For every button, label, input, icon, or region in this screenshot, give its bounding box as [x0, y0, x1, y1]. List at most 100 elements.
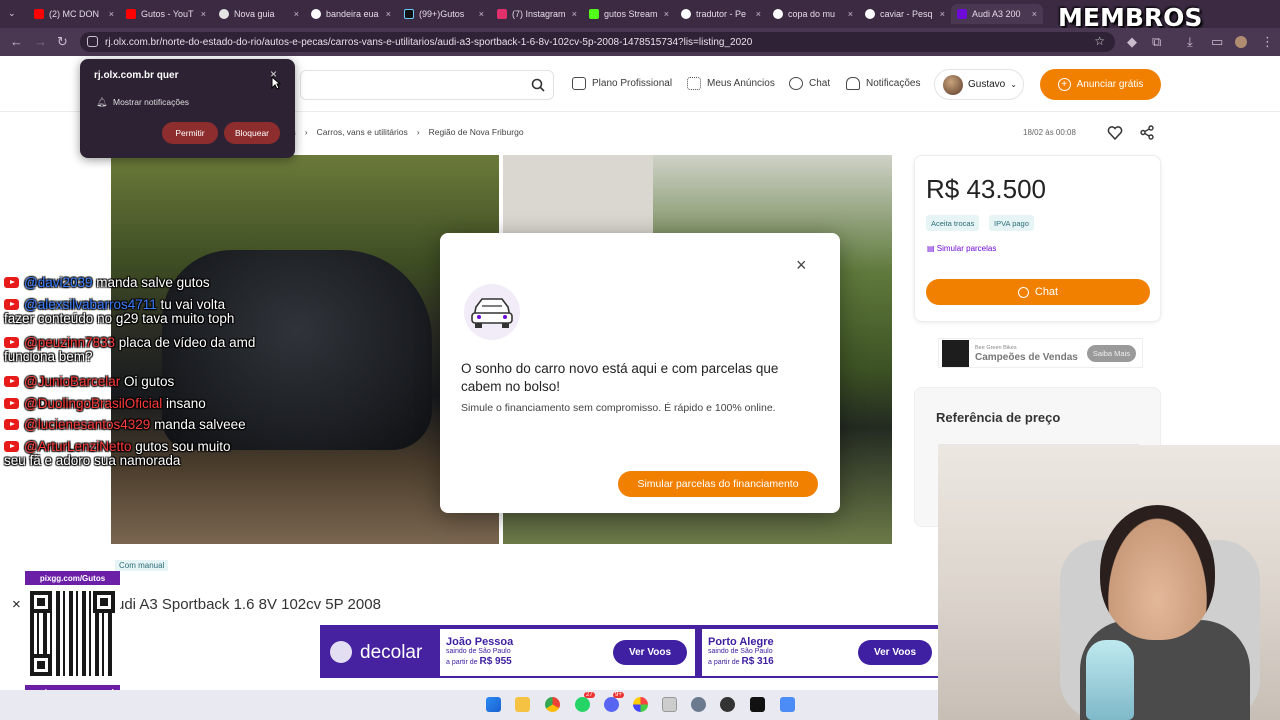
simulate-link[interactable]: ▤ Simular parcelas	[927, 244, 996, 253]
qr-widget: pixgg.com/Gutos envie sua mensagem!	[25, 571, 120, 699]
chat-button[interactable]: Chat	[926, 279, 1150, 305]
close-icon[interactable]: ×	[572, 9, 577, 19]
youtube-icon	[4, 376, 19, 387]
close-icon[interactable]: ×	[848, 9, 853, 19]
qr-finder	[30, 654, 52, 676]
breadcrumb: gos› Carros, vans e utilitários› Região …	[282, 127, 524, 137]
back-icon[interactable]: ←	[10, 34, 23, 49]
chat-message: @JunioBarcelar Oi gutos	[4, 375, 174, 389]
file-explorer-icon[interactable]	[515, 697, 530, 712]
chat-bubble-icon	[789, 77, 803, 90]
financing-modal: × O sonho do carro novo está aqui e com …	[440, 233, 840, 513]
anunciar-gratis-button[interactable]: + Anunciar grátis	[1040, 69, 1161, 100]
close-icon[interactable]: ×	[12, 596, 21, 613]
user-menu[interactable]: Gustavo ⌄	[934, 69, 1024, 100]
youtube-icon	[4, 441, 19, 452]
app-icon[interactable]	[633, 697, 648, 712]
close-icon[interactable]: ×	[664, 9, 669, 19]
browser-tab[interactable]: Gutos - YouT ×	[120, 4, 212, 24]
saiba-mais-button[interactable]: Saiba Mais	[1086, 344, 1136, 362]
bell-icon	[846, 77, 860, 90]
chat-message: @davi2039 manda salve gutos	[4, 276, 210, 290]
close-icon[interactable]: ×	[940, 9, 945, 19]
close-icon[interactable]: ×	[109, 9, 114, 19]
bookmark-star-icon[interactable]: ☆	[1094, 34, 1105, 48]
site-info-icon[interactable]	[87, 36, 98, 47]
share-icon[interactable]: ▭	[1211, 34, 1223, 50]
profile-icon[interactable]	[1235, 36, 1247, 48]
nav-plano-profissional[interactable]: Plano Profissional	[572, 77, 672, 90]
youtube-icon	[4, 337, 19, 348]
nav-notificacoes[interactable]: Notificações	[846, 77, 920, 90]
extension-icon[interactable]: ◆	[1127, 34, 1137, 50]
flight-offer[interactable]: Porto Alegre saindo de São Paulo a parti…	[702, 629, 940, 676]
flight-offer[interactable]: João Pessoa saindo de São Paulo a partir…	[440, 629, 695, 676]
decolar-brand: decolar	[360, 642, 423, 663]
avatar	[943, 74, 963, 95]
browser-tab[interactable]: tradutor - Pe ×	[675, 4, 767, 24]
download-icon[interactable]: ⤓	[1187, 34, 1193, 50]
sponsored-ad[interactable]: Bee Green Bikes Campeões de Vendas Saiba…	[938, 338, 1143, 368]
menu-icon[interactable]: ⋮	[1261, 34, 1274, 50]
forward-icon[interactable]: →	[34, 34, 47, 49]
ver-voos-button[interactable]: Ver Voos	[613, 640, 687, 665]
briefcase-icon	[572, 77, 586, 90]
ver-voos-button[interactable]: Ver Voos	[858, 640, 932, 665]
browser-tab[interactable]: Nova guia ×	[213, 4, 305, 24]
close-icon[interactable]: ×	[1032, 9, 1037, 19]
browser-tab[interactable]: bandeira eua ×	[305, 4, 397, 24]
obs-icon[interactable]	[662, 697, 677, 712]
reload-icon[interactable]: ↻	[57, 34, 68, 50]
decolar-logo-icon	[330, 641, 352, 663]
chat-message: @ArturLenziNetto gutos sou muito seu fã e…	[4, 439, 231, 468]
close-icon[interactable]: ×	[796, 255, 807, 276]
simulate-financing-button[interactable]: Simular parcelas do financiamento	[618, 471, 818, 497]
puzzle-icon[interactable]: ⧉	[1152, 34, 1161, 50]
media-player-icon[interactable]	[720, 697, 735, 712]
close-icon[interactable]: ×	[756, 9, 761, 19]
breadcrumb-item[interactable]: Carros, vans e utilitários	[317, 127, 408, 137]
browser-tab-active[interactable]: Audi A3 200 ×	[951, 4, 1043, 24]
discord-icon[interactable]	[604, 697, 619, 712]
breadcrumb-item[interactable]: Região de Nova Friburgo	[429, 127, 524, 137]
listing-title: udi A3 Sportback 1.6 8V 102cv 5P 2008	[116, 596, 381, 613]
whatsapp-icon[interactable]	[575, 697, 590, 712]
close-icon[interactable]: ×	[201, 9, 206, 19]
url-bar[interactable]: rj.olx.com.br/norte-do-estado-do-rio/aut…	[80, 32, 1115, 52]
browser-tab[interactable]: gutos Stream ×	[583, 4, 675, 24]
price-card: R$ 43.500 Aceita trocas IPVA pago ▤ Simu…	[914, 155, 1161, 322]
tag-aceita-trocas: Aceita trocas	[926, 215, 980, 231]
browser-tab[interactable]: (99+)Gutos ×	[398, 4, 490, 24]
heart-icon[interactable]	[1107, 125, 1123, 140]
browser-tab[interactable]: copa do mu ×	[767, 4, 859, 24]
close-icon[interactable]: ×	[294, 9, 299, 19]
grid-icon	[687, 77, 701, 90]
search-icon[interactable]	[531, 78, 545, 92]
settings-icon[interactable]	[691, 697, 706, 712]
close-icon[interactable]: ×	[479, 9, 484, 19]
decolar-banner[interactable]: decolar João Pessoa saindo de São Paulo …	[318, 623, 940, 680]
tab-search-icon[interactable]: ⌄	[8, 8, 16, 19]
capcut-icon[interactable]	[750, 697, 765, 712]
nav-meus-anuncios[interactable]: Meus Anúncios	[687, 77, 775, 90]
share-icon[interactable]	[1140, 125, 1155, 140]
allow-button[interactable]: Permitir	[162, 122, 218, 144]
browser-tab[interactable]: caviar - Pesq ×	[859, 4, 951, 24]
close-icon[interactable]: ×	[386, 9, 391, 19]
nav-chat[interactable]: Chat	[789, 77, 830, 90]
block-button[interactable]: Bloquear	[224, 122, 280, 144]
bell-icon: 🔔︎	[96, 97, 108, 107]
notepad-icon[interactable]	[780, 697, 795, 712]
notification-badge: 27	[584, 692, 595, 698]
chrome-icon[interactable]	[545, 697, 560, 712]
streamer-face	[1100, 505, 1215, 640]
youtube-icon	[4, 299, 19, 310]
windows-start-icon[interactable]	[486, 697, 501, 712]
browser-tab[interactable]: (7) Instagram ×	[491, 4, 583, 24]
qr-finder	[30, 591, 52, 613]
kick-icon	[589, 9, 599, 19]
google-icon	[311, 9, 321, 19]
browser-tab[interactable]: (2) MC DON ×	[28, 4, 120, 24]
search-input[interactable]	[300, 70, 554, 100]
car-icon	[464, 284, 520, 340]
